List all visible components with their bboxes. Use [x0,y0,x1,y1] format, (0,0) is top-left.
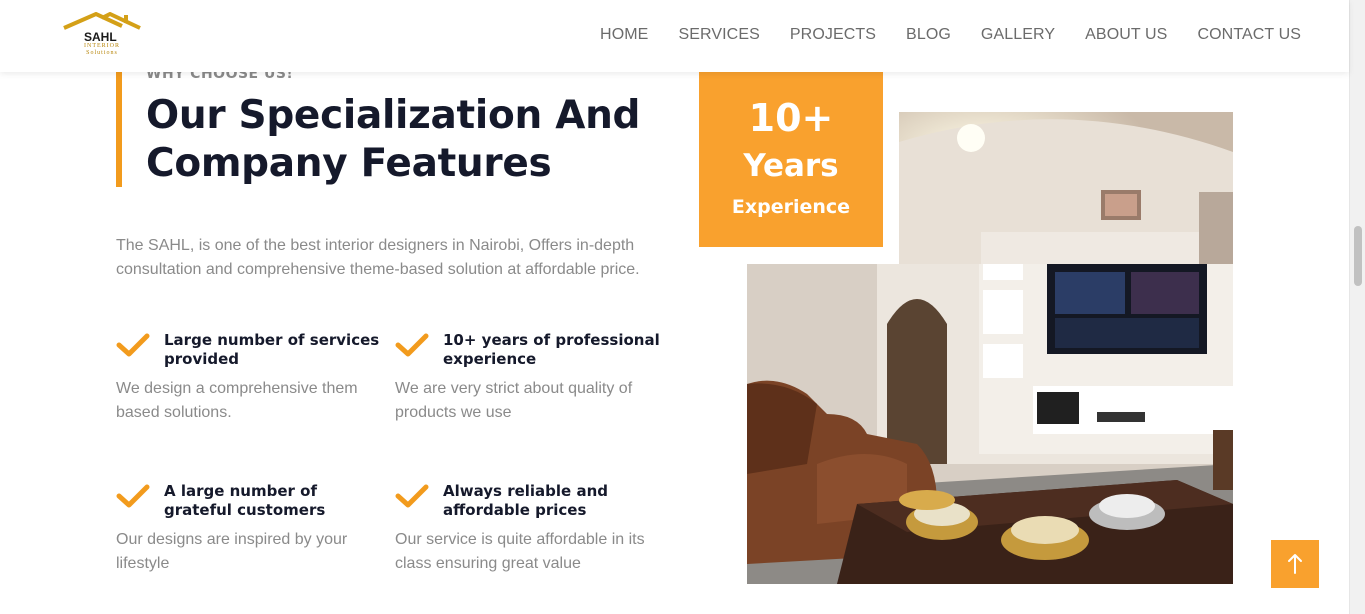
check-icon [116,484,150,508]
nav-gallery[interactable]: GALLERY [966,26,1070,44]
feature-title: 10+ years of professional experience [443,331,660,368]
main-nav: HOME SERVICES PROJECTS BLOG GALLERY ABOU… [585,26,1301,44]
feature-title: Always reliable and affordable prices [443,482,608,519]
logo-tagline-line2: Solutions [86,50,118,56]
interior-photo-top [899,112,1233,264]
scrollbar-thumb[interactable] [1354,226,1362,286]
nav-home[interactable]: HOME [585,26,663,44]
feature-description: Our designs are inspired by your lifesty… [116,531,348,572]
logo-name: SAHL [84,30,117,44]
interior-photo-main [747,264,1233,584]
section-title: Our Specialization And Company Features [146,93,641,186]
heading-accent-bar [116,72,122,187]
site-header: SAHL INTERIOR Solutions HOME SERVICES PR… [0,0,1349,72]
check-icon [116,333,150,357]
arrow-up-icon [1288,554,1302,574]
nav-projects[interactable]: PROJECTS [775,26,891,44]
check-icon [395,484,429,508]
badge-years: Years [743,148,839,184]
site-logo[interactable]: SAHL INTERIOR Solutions [62,11,142,60]
badge-number: 10+ [748,96,834,140]
back-to-top-button[interactable] [1271,540,1319,588]
badge-experience: Experience [731,196,851,218]
nav-contact-us[interactable]: CONTACT US [1182,26,1301,44]
page-scrollbar[interactable] [1349,0,1365,614]
logo-tagline: INTERIOR Solutions [74,43,130,57]
check-icon [395,333,429,357]
feature-description: Our service is quite affordable in its c… [395,531,645,572]
logo-tagline-line1: INTERIOR [84,43,120,49]
section-intro: The SAHL, is one of the best interior de… [116,237,640,278]
nav-about-us[interactable]: ABOUT US [1070,26,1182,44]
experience-badge: 10+ Years Experience [699,72,883,247]
feature-description: We design a comprehensive them based sol… [116,380,358,421]
nav-blog[interactable]: BLOG [891,26,966,44]
feature-title: A large number of grateful customers [164,482,326,519]
nav-services[interactable]: SERVICES [663,26,774,44]
feature-title: Large number of services provided [164,331,380,368]
feature-description: We are very strict about quality of prod… [395,380,633,421]
